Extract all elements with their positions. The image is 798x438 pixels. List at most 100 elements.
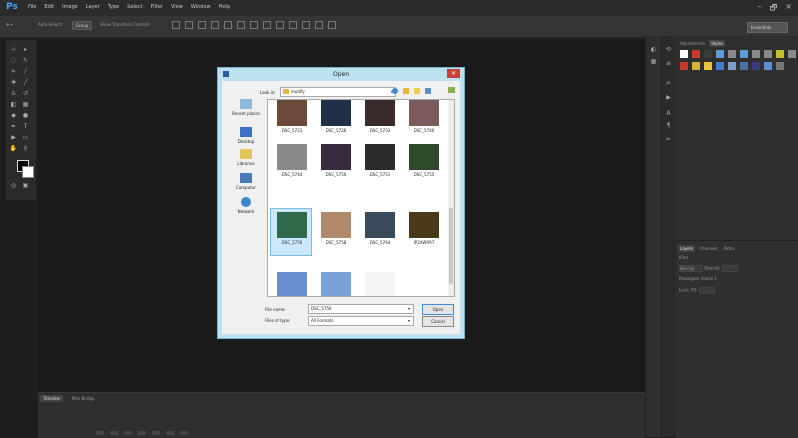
style-swatch[interactable] <box>764 62 772 70</box>
style-swatch[interactable] <box>680 50 688 58</box>
open-button[interactable]: Open <box>422 304 454 315</box>
fill-field[interactable] <box>698 287 715 294</box>
style-swatch[interactable] <box>692 50 700 58</box>
stamp-tool-icon[interactable]: ♙ <box>9 90 18 97</box>
new-folder-icon[interactable] <box>414 88 420 94</box>
character-icon[interactable]: A <box>665 110 672 117</box>
file-thumbnail[interactable] <box>365 100 395 126</box>
tab-timeline[interactable]: Timeline <box>40 395 64 402</box>
file-thumbnail[interactable] <box>277 144 307 170</box>
file-thumbnail[interactable] <box>321 100 351 126</box>
path-select-tool-icon[interactable]: ▶ <box>9 134 18 141</box>
distribute-middle-icon[interactable] <box>263 21 271 29</box>
align-left-icon[interactable] <box>211 21 219 29</box>
file-name-label[interactable]: DSC_5758 <box>314 240 358 245</box>
menu-file[interactable]: File <box>28 4 36 10</box>
artboard-tool-icon[interactable]: ▸ <box>21 46 30 53</box>
look-in-dropdown[interactable]: modify ▾ <box>280 87 396 97</box>
paragraph-icon[interactable]: ¶ <box>665 122 672 129</box>
tab-adjustments[interactable]: Adjustments <box>678 40 707 47</box>
distribute-left-icon[interactable] <box>289 21 297 29</box>
menu-image[interactable]: Image <box>62 4 78 10</box>
move-tool-icon[interactable]: ⊹ <box>9 46 18 53</box>
style-swatch[interactable] <box>740 50 748 58</box>
tools-presets-icon[interactable]: ✂ <box>665 136 672 143</box>
transition-icon[interactable] <box>180 431 188 435</box>
menu-help[interactable]: Help <box>219 4 230 10</box>
distribute-bottom-icon[interactable] <box>276 21 284 29</box>
style-swatch[interactable] <box>788 50 796 58</box>
align-middle-icon[interactable] <box>185 21 193 29</box>
file-thumbnail[interactable] <box>409 212 439 238</box>
eyedropper-tool-icon[interactable]: ⁄ <box>21 68 30 75</box>
file-name-label[interactable]: DSC_5751 <box>358 172 402 177</box>
move-tool-icon[interactable]: ✥ ▾ <box>6 22 13 27</box>
style-swatch[interactable] <box>752 62 760 70</box>
place-computer[interactable]: Computer <box>226 173 266 190</box>
file-name-label[interactable]: DSC_5733 <box>358 128 402 133</box>
workspace-switcher[interactable]: Essentials <box>747 22 788 33</box>
file-list-scrollbar[interactable] <box>448 100 454 296</box>
auto-align-icon[interactable] <box>328 21 336 29</box>
crop-tool-icon[interactable]: ⌗ <box>9 68 18 75</box>
type-tool-icon[interactable]: T <box>21 123 30 130</box>
file-name-input[interactable]: DSC_5756 ▾ <box>308 304 414 314</box>
place-desktop[interactable]: Desktop <box>226 127 266 144</box>
shape-tool-icon[interactable]: ▭ <box>21 134 30 141</box>
history-icon[interactable]: ⟲ <box>665 46 672 53</box>
brush-tool-icon[interactable]: ╱ <box>21 79 30 86</box>
file-name-label[interactable]: DSC_5726 <box>314 128 358 133</box>
style-swatch[interactable] <box>704 62 712 70</box>
first-frame-icon[interactable] <box>96 431 104 435</box>
place-libraries[interactable]: Libraries <box>226 149 266 166</box>
menu-view[interactable]: View <box>171 4 183 10</box>
blend-mode-select[interactable]: Normal <box>679 265 703 272</box>
blur-tool-icon[interactable]: ◆ <box>9 112 18 119</box>
style-swatch[interactable] <box>692 62 700 70</box>
chevron-down-icon[interactable]: ▾ <box>408 305 410 313</box>
view-menu-icon[interactable] <box>425 88 431 94</box>
file-thumbnail[interactable] <box>277 212 307 238</box>
style-swatch[interactable] <box>740 62 748 70</box>
file-thumbnail[interactable] <box>277 100 307 126</box>
brush-presets-icon[interactable]: ✍ <box>665 80 672 87</box>
extra-options-icon[interactable] <box>448 87 455 93</box>
file-name-label[interactable]: DSC_5755 <box>402 172 446 177</box>
color-panel-icon[interactable]: ◐ <box>650 46 657 53</box>
file-name-label[interactable]: DSC_5740 <box>402 128 446 133</box>
hand-tool-icon[interactable]: ✋ <box>9 145 18 152</box>
file-name-label[interactable]: DSC_5756 <box>270 240 314 245</box>
up-folder-icon[interactable] <box>403 88 409 94</box>
prev-frame-icon[interactable] <box>110 431 118 435</box>
gradient-tool-icon[interactable]: ▦ <box>21 101 30 108</box>
menu-filter[interactable]: Filter <box>151 4 163 10</box>
align-bottom-icon[interactable] <box>198 21 206 29</box>
tab-paths[interactable]: Paths <box>722 245 737 252</box>
pen-tool-icon[interactable]: ✒ <box>9 123 18 130</box>
dialog-close-button[interactable]: ✕ <box>447 69 460 78</box>
back-icon[interactable] <box>392 88 398 94</box>
opacity-field[interactable] <box>722 265 739 272</box>
menu-select[interactable]: Select <box>127 4 142 10</box>
place-network[interactable]: Network <box>226 197 266 214</box>
swatches-panel-icon[interactable]: ▦ <box>650 58 657 65</box>
tab-mini-bridge[interactable]: Mini Bridge <box>69 395 98 402</box>
properties-icon[interactable]: ≡ <box>665 60 672 67</box>
restore-button[interactable]: 🗗 <box>770 2 778 16</box>
file-thumbnail[interactable] <box>365 272 395 296</box>
align-center-icon[interactable] <box>224 21 232 29</box>
auto-select-dropdown[interactable]: Group <box>72 21 93 30</box>
style-swatch[interactable] <box>764 50 772 58</box>
file-name-label[interactable]: DSC_5764 <box>358 240 402 245</box>
file-name-label[interactable]: DSC_5750 <box>314 172 358 177</box>
style-swatch[interactable] <box>716 50 724 58</box>
file-thumbnail[interactable] <box>321 212 351 238</box>
quick-select-tool-icon[interactable]: ✎ <box>21 57 30 64</box>
distribute-top-icon[interactable] <box>250 21 258 29</box>
file-thumbnail[interactable] <box>321 144 351 170</box>
actions-icon[interactable]: ▶ <box>665 94 672 101</box>
place-recent[interactable]: Recent places <box>226 99 266 116</box>
close-window-button[interactable]: × <box>785 2 792 16</box>
file-name-label[interactable]: IP24WR97 <box>402 240 446 245</box>
audio-icon[interactable] <box>152 431 160 435</box>
